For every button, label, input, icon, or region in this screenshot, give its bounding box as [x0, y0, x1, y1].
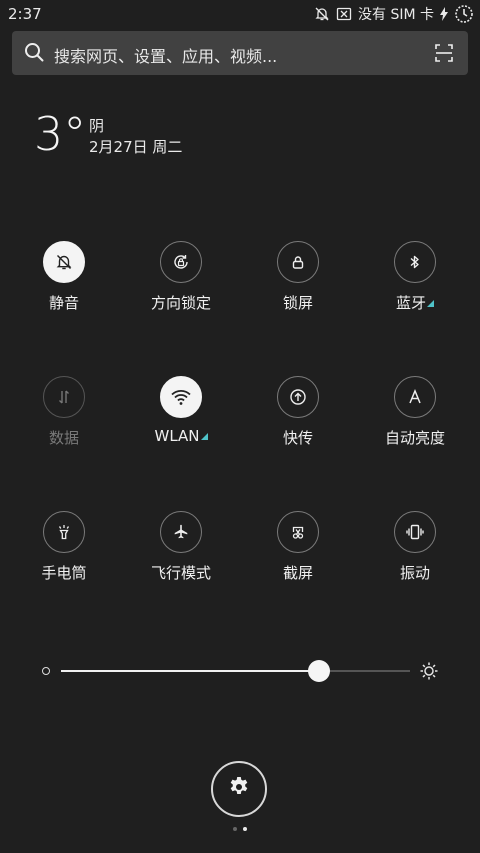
vibrate-icon: [394, 511, 436, 553]
bell-off-icon: [314, 6, 330, 22]
quick-transfer-icon: [277, 376, 319, 418]
tile-vibrate[interactable]: 振动: [357, 511, 473, 601]
settings-button[interactable]: [211, 761, 267, 817]
carrier-text: 没有 SIM 卡: [358, 7, 434, 23]
wifi-icon: [160, 376, 202, 418]
search-icon: [24, 42, 44, 66]
charging-icon: [440, 7, 448, 21]
brightness-fill: [61, 670, 320, 672]
more-options-indicator: [427, 300, 434, 307]
weather-date: 2月27日 周二: [89, 138, 183, 156]
tile-mobile-data[interactable]: 数据: [6, 376, 122, 466]
bell-off-icon: [43, 241, 85, 283]
tile-flashlight[interactable]: 手电筒: [6, 511, 122, 601]
tile-label: 手电筒: [41, 564, 87, 582]
tile-label: 数据: [48, 429, 79, 447]
brightness-thumb[interactable]: [308, 660, 331, 682]
battery-icon: [454, 4, 474, 24]
tile-mute[interactable]: 静音: [6, 241, 122, 331]
tile-label: 方向锁定: [150, 294, 211, 312]
tile-label: 蓝牙: [395, 294, 426, 312]
tile-label: 振动: [399, 564, 430, 582]
tile-label: 静音: [48, 294, 79, 312]
screenshot-icon: [277, 511, 319, 553]
status-bar: 2:37 没有 SIM 卡: [0, 0, 480, 28]
auto-brightness-icon: [394, 376, 436, 418]
brightness-slider[interactable]: [61, 660, 410, 682]
status-icons: 没有 SIM 卡: [314, 3, 474, 25]
tile-quick-transfer[interactable]: 快传: [240, 376, 356, 466]
airplane-icon: [160, 511, 202, 553]
tile-label: 截屏: [282, 564, 313, 582]
tile-label-wrap: WLAN: [123, 427, 239, 445]
more-options-indicator: [200, 433, 208, 440]
mobile-data-icon: [43, 376, 85, 418]
page-dot: [233, 827, 237, 831]
tile-label: 飞行模式: [150, 564, 211, 582]
tile-label-wrap: 蓝牙: [357, 292, 473, 313]
search-input[interactable]: 搜索网页、设置、应用、视频...: [54, 43, 277, 67]
page-dot-active: [243, 827, 247, 831]
tile-auto-brightness[interactable]: 自动亮度: [357, 376, 473, 466]
tile-rotation-lock[interactable]: 方向锁定: [123, 241, 239, 331]
rotation-lock-icon: [160, 241, 202, 283]
tile-label: 自动亮度: [384, 429, 445, 447]
tile-screenshot[interactable]: 截屏: [240, 511, 356, 601]
tile-label: WLAN: [154, 427, 200, 445]
lock-icon: [277, 241, 319, 283]
status-time: 2:37: [8, 5, 42, 23]
tile-wlan[interactable]: WLAN: [123, 376, 239, 466]
flashlight-icon: [43, 511, 85, 553]
tile-bluetooth[interactable]: 蓝牙: [357, 241, 473, 331]
bluetooth-icon: [394, 241, 436, 283]
sun-icon: [419, 661, 439, 685]
tile-lock-screen[interactable]: 锁屏: [240, 241, 356, 331]
tile-airplane[interactable]: 飞行模式: [123, 511, 239, 601]
search-bar[interactable]: 搜索网页、设置、应用、视频...: [12, 31, 468, 75]
weather-temperature: 3°: [34, 107, 87, 161]
tile-label: 快传: [282, 429, 313, 447]
page-indicator: [233, 827, 247, 831]
weather-condition: 阴: [89, 117, 105, 135]
sim-x-icon: [336, 6, 352, 22]
brightness-low-icon: [42, 667, 50, 675]
tile-label: 锁屏: [282, 294, 313, 312]
scan-icon[interactable]: [434, 43, 454, 67]
gear-icon: [227, 775, 251, 803]
